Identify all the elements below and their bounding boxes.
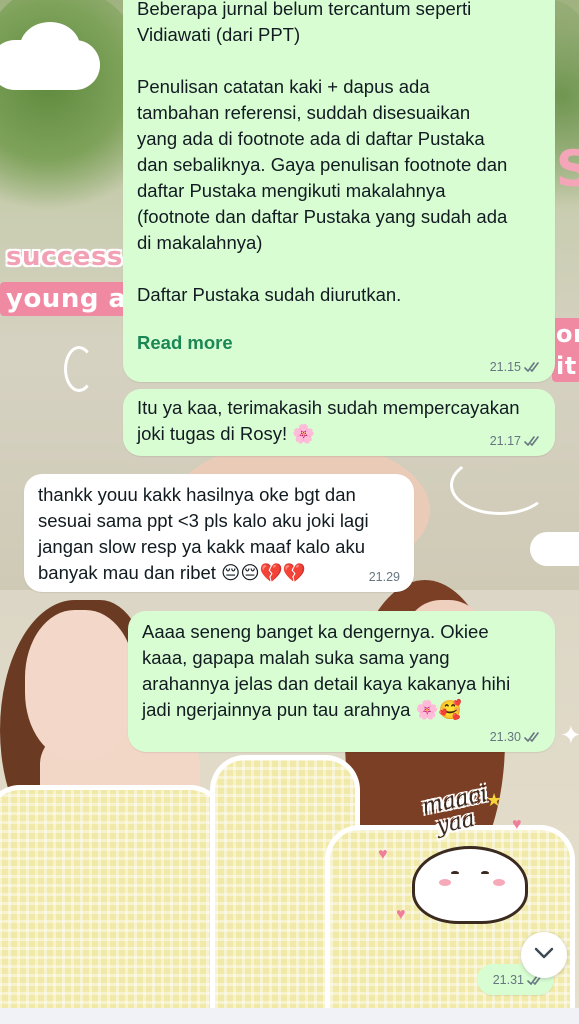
sparkle-icon: ✦	[560, 720, 579, 750]
double-check-icon	[524, 361, 541, 373]
message-time: 21.29	[368, 570, 400, 584]
star-icon: ★	[486, 790, 503, 810]
message-bubble-outgoing[interactable]: Aaaa seneng banget ka dengernya. Okiee k…	[128, 611, 555, 752]
double-check-icon	[524, 435, 541, 447]
message-time: 21.30	[489, 730, 521, 744]
doodle-decoration	[450, 455, 550, 515]
message-meta: 21.29	[369, 570, 400, 584]
bear-eye	[451, 871, 459, 875]
message-bubble-outgoing[interactable]: Itu ya kaa, terimakasih sudah mempercaya…	[123, 389, 555, 456]
heart-icon: ♥	[378, 846, 388, 863]
bear-cheek	[439, 879, 451, 886]
chevron-down-icon	[534, 946, 554, 964]
wallpaper-sticker-text: S	[556, 140, 579, 198]
message-text: Aaaa seneng banget ka dengernya. Okiee k…	[142, 621, 511, 720]
message-text: Itu ya kaa, terimakasih sudah mempercaya…	[137, 397, 520, 444]
message-bubble-incoming[interactable]: thankk youu kakk hasilnya oke bgt dan se…	[24, 474, 414, 592]
cloud-decoration	[530, 532, 579, 566]
message-meta: 21.15	[490, 360, 541, 374]
doodle-decoration	[64, 346, 94, 392]
double-check-icon	[524, 731, 541, 743]
wallpaper-sticker-text: it	[552, 350, 579, 382]
message-meta: 21.30	[490, 730, 541, 744]
bottom-bar	[0, 1008, 579, 1024]
bear-sticker-icon[interactable]	[412, 846, 528, 924]
message-time: 21.15	[489, 360, 521, 374]
message-bubble-outgoing[interactable]: Beberapa jurnal belum tercantum seperti …	[123, 0, 555, 382]
wallpaper-photo-face	[25, 610, 135, 760]
bear-eye	[481, 871, 489, 875]
wallpaper-sticker-text: or	[552, 318, 579, 350]
scroll-to-bottom-button[interactable]	[521, 932, 567, 978]
message-text: Beberapa jurnal belum tercantum seperti …	[137, 0, 508, 305]
message-time: 21.17	[489, 434, 521, 448]
bear-cheek	[493, 879, 505, 886]
message-meta: 21.17	[490, 434, 541, 448]
message-time: 21.31	[492, 973, 524, 987]
read-more-link[interactable]: Read more	[137, 330, 233, 356]
message-text: thankk youu kakk hasilnya oke bgt dan se…	[38, 484, 369, 583]
heart-icon: ♥	[512, 816, 522, 833]
cloud-decoration	[20, 22, 80, 72]
heart-icon: ♥	[396, 906, 406, 923]
wallpaper-photo-dress	[0, 790, 220, 1024]
